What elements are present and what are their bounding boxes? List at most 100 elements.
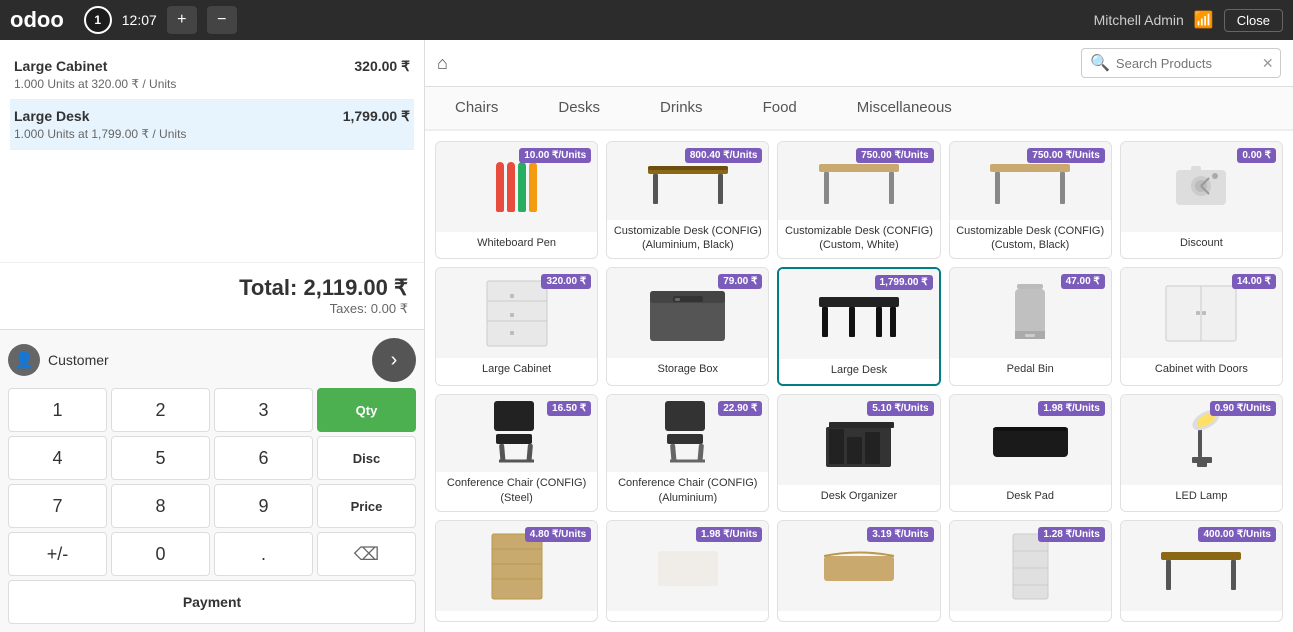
order-items: Large Cabinet 320.00 ₹ 1.000 Units at 32…	[0, 40, 424, 262]
product-name: Customizable Desk (CONFIG) (Aluminium, B…	[607, 220, 768, 259]
item-name: Large Cabinet	[14, 58, 107, 75]
search-icon: 🔍	[1090, 53, 1110, 73]
product-large-desk[interactable]: 1,799.00 ₹ Large Desk	[777, 267, 940, 385]
price-badge: 750.00 ₹/Units	[856, 148, 934, 163]
price-badge: 0.00 ₹	[1237, 148, 1276, 163]
product-item-20[interactable]: 400.00 ₹/Units	[1120, 520, 1283, 622]
product-name: Pedal Bin	[1003, 358, 1058, 382]
pen-image	[496, 162, 537, 212]
tab-food[interactable]: Food	[733, 87, 827, 131]
product-name	[855, 611, 863, 621]
price-badge: 5.10 ₹/Units	[867, 401, 933, 416]
search-clear-icon[interactable]: ✕	[1262, 55, 1274, 72]
key-5[interactable]: 5	[111, 436, 210, 480]
product-item-17[interactable]: 1.98 ₹/Units	[606, 520, 769, 622]
product-grid: 10.00 ₹/Units Whiteboard Pen 800.40 ₹/Un…	[425, 131, 1293, 632]
home-button[interactable]: ⌂	[437, 53, 448, 74]
minimize-button[interactable]: −	[207, 6, 237, 34]
product-led-lamp[interactable]: 0.90 ₹/Units LED Lamp	[1120, 394, 1283, 512]
product-chair-alum[interactable]: 22.90 ₹ Conference Chair (CONFIG) (Alumi…	[606, 394, 769, 512]
product-chair-steel[interactable]: 16.50 ₹ Conference Chair (CONFIG) (Steel…	[435, 394, 598, 512]
numpad-area: 👤 Customer › 1 2 3 Qty 4 5 6 Disc 7 8 9 …	[0, 329, 424, 632]
product-item-18[interactable]: 3.19 ₹/Units	[777, 520, 940, 622]
product-desk-pad[interactable]: 1.98 ₹/Units Desk Pad	[949, 394, 1112, 512]
wifi-icon: 📶	[1194, 10, 1214, 30]
order-item-large-desk[interactable]: Large Desk 1,799.00 ₹ 1.000 Units at 1,7…	[10, 100, 414, 150]
key-0[interactable]: 0	[111, 532, 210, 576]
numpad-top: 👤 Customer ›	[8, 338, 416, 382]
product-name	[684, 611, 692, 621]
category-tabs: Chairs Desks Drinks Food Miscellaneous	[425, 87, 1293, 131]
key-3[interactable]: 3	[214, 388, 313, 432]
product-desk-alum-black[interactable]: 800.40 ₹/Units Customizable Desk (CONFIG…	[606, 141, 769, 259]
product-cabinet-doors[interactable]: 14.00 ₹ Cabinet with Doors	[1120, 267, 1283, 385]
tab-miscellaneous[interactable]: Miscellaneous	[827, 87, 982, 131]
key-dot[interactable]: .	[214, 532, 313, 576]
customer-button[interactable]: 👤 Customer	[8, 344, 372, 376]
item-price: 320.00 ₹	[354, 58, 410, 75]
item-name: Large Desk	[14, 108, 89, 125]
tab-desks[interactable]: Desks	[528, 87, 630, 131]
price-button[interactable]: Price	[317, 484, 416, 528]
search-box[interactable]: 🔍 ✕	[1081, 48, 1281, 78]
product-item-19[interactable]: 1.28 ₹/Units	[949, 520, 1112, 622]
product-name: Large Desk	[827, 359, 891, 383]
top-bar: odoo 1 12:07 + − Mitchell Admin 📶 Close	[0, 0, 1293, 40]
product-large-cabinet[interactable]: 320.00 ₹ Large Cabinet	[435, 267, 598, 385]
close-button[interactable]: Close	[1224, 9, 1283, 32]
product-name: Cabinet with Doors	[1151, 358, 1252, 382]
product-name: Customizable Desk (CONFIG) (Custom, Whit…	[778, 220, 939, 259]
key-8[interactable]: 8	[111, 484, 210, 528]
product-name	[1197, 611, 1205, 621]
next-button[interactable]: ›	[372, 338, 416, 382]
price-badge: 10.00 ₹/Units	[519, 148, 591, 163]
key-7[interactable]: 7	[8, 484, 107, 528]
product-whiteboard-pen[interactable]: 10.00 ₹/Units Whiteboard Pen	[435, 141, 598, 259]
product-name: Customizable Desk (CONFIG) (Custom, Blac…	[950, 220, 1111, 259]
disc-button[interactable]: Disc	[317, 436, 416, 480]
price-badge: 1.98 ₹/Units	[696, 527, 762, 542]
key-6[interactable]: 6	[214, 436, 313, 480]
main-layout: Large Cabinet 320.00 ₹ 1.000 Units at 32…	[0, 40, 1293, 632]
price-badge: 14.00 ₹	[1232, 274, 1276, 289]
product-desk-organizer[interactable]: 5.10 ₹/Units Desk Organizer	[777, 394, 940, 512]
right-panel: ⌂ 🔍 ✕ Chairs Desks Drinks Food Miscellan…	[425, 40, 1293, 632]
qty-button[interactable]: Qty	[317, 388, 416, 432]
price-badge: 22.90 ₹	[718, 401, 762, 416]
product-item-16[interactable]: 4.80 ₹/Units	[435, 520, 598, 622]
item-price: 1,799.00 ₹	[343, 108, 410, 125]
odoo-logo: odoo	[10, 7, 64, 33]
price-badge: 1,799.00 ₹	[875, 275, 933, 290]
product-desk-custom-black[interactable]: 750.00 ₹/Units Customizable Desk (CONFIG…	[949, 141, 1112, 259]
key-1[interactable]: 1	[8, 388, 107, 432]
price-badge: 1.28 ₹/Units	[1038, 527, 1104, 542]
tab-drinks[interactable]: Drinks	[630, 87, 733, 131]
price-badge: 1.98 ₹/Units	[1038, 401, 1104, 416]
customer-label: Customer	[48, 352, 109, 368]
key-plusminus[interactable]: +/-	[8, 532, 107, 576]
product-desk-custom-white[interactable]: 750.00 ₹/Units Customizable Desk (CONFIG…	[777, 141, 940, 259]
product-pedal-bin[interactable]: 47.00 ₹ Pedal Bin	[949, 267, 1112, 385]
total-amount: Total: 2,119.00 ₹	[16, 275, 408, 301]
payment-button[interactable]: Payment	[8, 580, 416, 624]
product-name: Discount	[1176, 232, 1227, 256]
key-2[interactable]: 2	[111, 388, 210, 432]
key-4[interactable]: 4	[8, 436, 107, 480]
tax-line: Taxes: 0.00 ₹	[16, 301, 408, 317]
product-storage-box[interactable]: 79.00 ₹ Storage Box	[606, 267, 769, 385]
price-badge: 16.50 ₹	[547, 401, 591, 416]
order-total: Total: 2,119.00 ₹ Taxes: 0.00 ₹	[0, 262, 424, 329]
add-session-button[interactable]: +	[167, 6, 197, 34]
search-input[interactable]	[1116, 56, 1256, 71]
item-detail: 1.000 Units at 1,799.00 ₹ / Units	[14, 127, 410, 141]
order-item-large-cabinet[interactable]: Large Cabinet 320.00 ₹ 1.000 Units at 32…	[10, 50, 414, 100]
price-badge: 4.80 ₹/Units	[525, 527, 591, 542]
product-discount[interactable]: 0.00 ₹ Discount	[1120, 141, 1283, 259]
customer-avatar-icon: 👤	[8, 344, 40, 376]
tab-chairs[interactable]: Chairs	[425, 87, 528, 131]
backspace-button[interactable]: ⌫	[317, 532, 416, 576]
key-9[interactable]: 9	[214, 484, 313, 528]
product-name	[1026, 611, 1034, 621]
price-badge: 79.00 ₹	[718, 274, 762, 289]
product-name: LED Lamp	[1171, 485, 1231, 509]
